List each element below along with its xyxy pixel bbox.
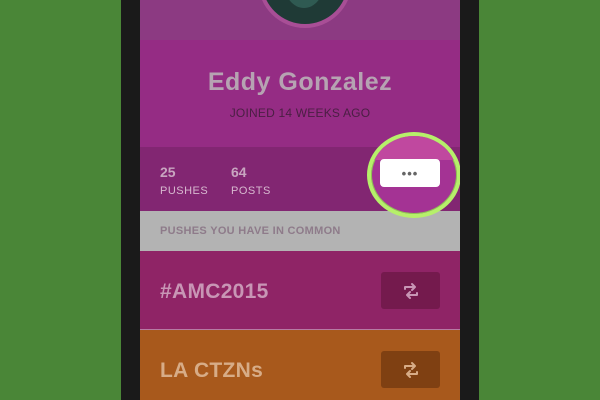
repush-button[interactable] <box>381 351 440 388</box>
push-title: #AMC2015 <box>160 280 269 303</box>
repush-button[interactable] <box>381 272 440 309</box>
repush-icon <box>401 360 421 380</box>
posts-count: 64 <box>231 164 247 180</box>
more-options-button[interactable]: ••• <box>380 159 440 187</box>
pushes-label: PUSHES <box>160 185 209 197</box>
profile-screen: Eddy Gonzalez JOINED 14 WEEKS AGO 25 PUS… <box>140 0 460 400</box>
common-pushes-label: PUSHES YOU HAVE IN COMMON <box>160 225 341 237</box>
push-title: LA CTZNs <box>160 359 264 382</box>
stat-posts[interactable]: 64 POSTS <box>231 164 271 197</box>
profile-name: Eddy Gonzalez <box>207 68 393 96</box>
joined-date: JOINED 14 WEEKS AGO <box>229 106 371 120</box>
list-item[interactable]: LA CTZNs <box>140 330 460 400</box>
list-item[interactable]: #AMC2015 <box>140 251 460 329</box>
repush-icon <box>401 281 421 301</box>
phone-frame: Eddy Gonzalez JOINED 14 WEEKS AGO 25 PUS… <box>121 0 479 400</box>
highlight-band <box>371 136 457 160</box>
posts-label: POSTS <box>231 185 271 197</box>
stat-pushes[interactable]: 25 PUSHES <box>160 164 208 197</box>
pushes-count: 25 <box>160 164 176 180</box>
avatar-image <box>284 0 324 8</box>
profile-info: Eddy Gonzalez JOINED 14 WEEKS AGO <box>140 40 460 147</box>
